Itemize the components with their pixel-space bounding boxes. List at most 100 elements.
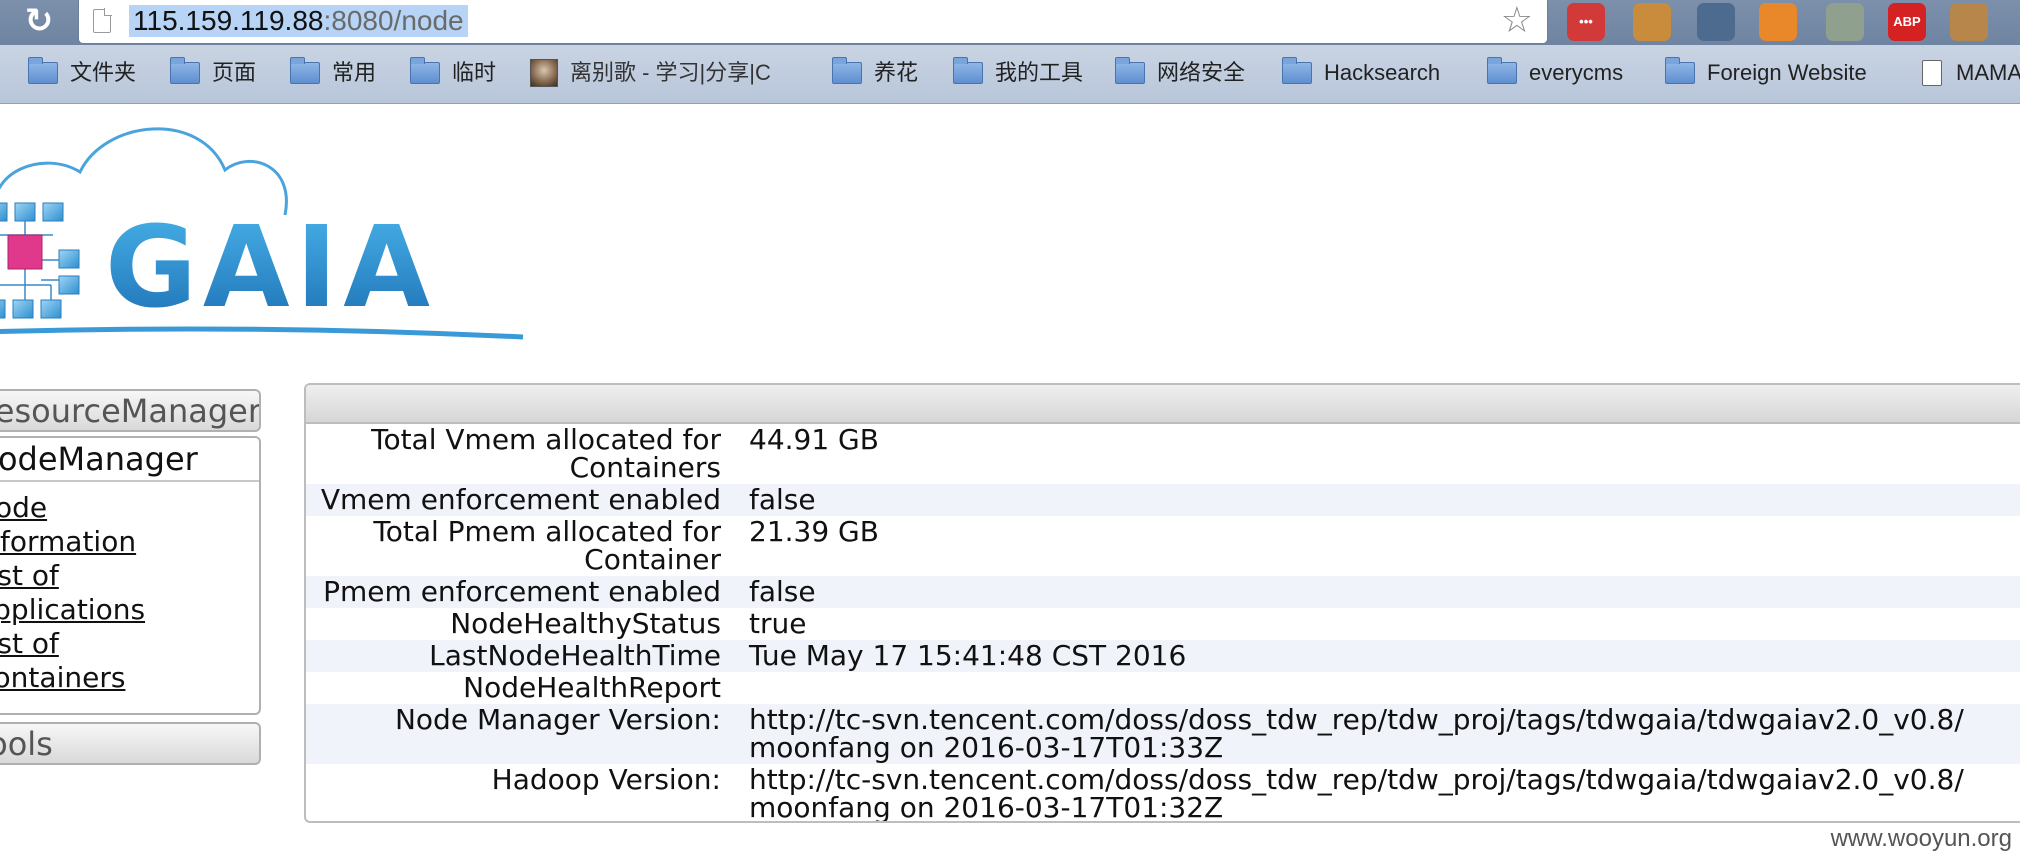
info-value-text: Tue May 17 15:41:48 CST 2016 — [749, 639, 1187, 672]
gaia-logo: GAIA — [0, 110, 535, 350]
info-value: true — [749, 608, 2020, 640]
info-key: Total Vmem allocated for Containers — [371, 423, 721, 484]
nav-resourcemanager-label: ResourceManager — [0, 392, 261, 430]
bookmark-item[interactable]: 文件夹 — [28, 56, 136, 90]
nav-link-text: Node — [0, 491, 48, 524]
folder-icon — [1115, 57, 1145, 84]
bookmark-item[interactable]: Foreign Website — [1665, 56, 1867, 90]
folder-icon — [410, 57, 440, 84]
bookmark-item[interactable]: everycms — [1487, 56, 1623, 90]
info-value-text: 21.39 GB — [749, 515, 879, 548]
nav-link-text: Applications — [0, 593, 146, 626]
address-bar[interactable]: 115.159.119.88:8080/node ☆ — [78, 0, 1548, 44]
folder-icon — [1487, 57, 1517, 84]
nav-nodemanager[interactable]: NodeManager — [0, 438, 259, 482]
nav-link-node-information[interactable]: NodeInformation — [0, 491, 259, 559]
info-row: Total Pmem allocated for Container 21.39 … — [306, 516, 2020, 576]
bookmark-label: 文件夹 — [70, 60, 137, 85]
bookmark-item[interactable]: 养花 — [832, 56, 918, 90]
info-value — [749, 672, 2020, 704]
status-dot-icon[interactable] — [1826, 3, 1864, 41]
bookmark-label: 常用 — [332, 60, 377, 85]
lastpass-icon[interactable]: ••• — [1567, 3, 1605, 41]
bookmark-item[interactable]: 页面 — [170, 56, 256, 90]
bookmark-item[interactable]: 临时 — [410, 56, 496, 90]
bookmark-label: 养花 — [874, 60, 919, 85]
info-value: 44.91 GB — [749, 424, 2020, 484]
node-info-table: Total Vmem allocated for Containers 44.91… — [306, 424, 2020, 823]
info-value-text: false — [749, 483, 816, 516]
folder-icon — [1665, 57, 1695, 84]
bookmark-label: 网络安全 — [1157, 60, 1246, 85]
info-row: LastNodeHealthTime Tue May 17 15:41:48 CS… — [306, 640, 2020, 672]
bookmarks-bar: 文件夹 页面 常用 临时 离别歌 - 学习|分享|C 养花 我的工具 网络安全 Hacksear… — [0, 45, 2020, 104]
info-value-text: http://tc-svn.tencent.com/doss/doss_tdw_… — [749, 703, 1964, 736]
info-value: Tue May 17 15:41:48 CST 2016 — [749, 640, 2020, 672]
reload-icon[interactable]: ↻ — [20, 2, 58, 40]
bookmark-label: 临时 — [452, 60, 497, 85]
info-value: 21.39 GB — [749, 516, 2020, 576]
info-row: Pmem enforcement enabled false — [306, 576, 2020, 608]
info-key: Pmem enforcement enabled — [306, 576, 749, 608]
info-value: false — [749, 484, 2020, 516]
bookmark-label: 离别歌 - 学习|分享|C — [570, 60, 771, 85]
info-key: Hadoop Version: — [491, 763, 721, 796]
nav-tools[interactable]: Tools — [0, 722, 261, 765]
bookmark-item[interactable]: 常用 — [290, 56, 376, 90]
nav-link-list-of-applications[interactable]: List ofApplications — [0, 559, 259, 627]
info-key: Vmem enforcement enabled — [306, 484, 749, 516]
folder-icon — [170, 57, 200, 84]
info-row: Total Vmem allocated for Containers 44.91… — [306, 424, 2020, 484]
info-value-text: false — [749, 575, 816, 608]
bookmark-label: Hacksearch — [1324, 60, 1441, 85]
bookmark-label: Foreign Website — [1707, 60, 1867, 85]
nav-link-text: Information — [0, 525, 137, 558]
info-key: Node Manager Version: — [306, 704, 749, 764]
bookmark-item[interactable]: Hacksearch — [1282, 56, 1440, 90]
bookmark-label: 页面 — [212, 60, 257, 85]
cookie-icon[interactable] — [1633, 3, 1671, 41]
info-key: NodeHealthReport — [463, 671, 721, 704]
bookmark-item[interactable]: MAMA — [1922, 56, 2020, 90]
panel-header — [306, 385, 2020, 424]
node-info-panel: Total Vmem allocated for Containers 44.91… — [304, 383, 2020, 823]
nav-link-text: List of — [0, 627, 59, 660]
site-favicon-icon — [530, 59, 558, 87]
info-value-text: true — [749, 607, 807, 640]
page-icon — [93, 8, 112, 33]
bookmark-item[interactable]: 我的工具 — [953, 56, 1083, 90]
info-value-text: 44.91 GB — [749, 423, 879, 456]
rss-icon[interactable] — [1759, 3, 1797, 41]
nav-link-list-of-containers[interactable]: List ofContainers — [0, 627, 259, 695]
bookmark-item[interactable]: 网络安全 — [1115, 56, 1245, 90]
nav-resourcemanager[interactable]: ResourceManager — [0, 389, 261, 432]
adblock-icon[interactable]: ABP — [1888, 3, 1926, 41]
info-row: Node Manager Version: http://tc-svn.tence… — [306, 704, 2020, 764]
logo-wordmark: GAIA — [105, 203, 436, 333]
document-icon — [1922, 60, 1942, 86]
folder-icon — [28, 57, 58, 84]
info-row: NodeHealthReport — [306, 672, 2020, 704]
info-value-build: moonfang on 2016-03-17T01:33Z — [749, 731, 1224, 764]
cookie-stack-icon[interactable] — [1950, 3, 1988, 41]
info-value-text: http://tc-svn.tencent.com/doss/doss_tdw_… — [749, 763, 1964, 796]
nav-nodemanager-links: NodeInformationList ofApplicationsList o… — [0, 482, 259, 695]
bookmark-item[interactable]: 离别歌 - 学习|分享|C — [530, 56, 771, 90]
puzzle-icon[interactable] — [1697, 3, 1735, 41]
folder-icon — [953, 57, 983, 84]
info-value[interactable]: http://tc-svn.tencent.com/doss/doss_tdw_… — [749, 704, 2020, 764]
url-text[interactable]: 115.159.119.88:8080/node — [129, 5, 468, 37]
info-value[interactable]: http://tc-svn.tencent.com/doss/doss_tdw_… — [749, 763, 2020, 823]
bookmark-label: everycms — [1529, 60, 1624, 85]
gaia-logo-graphic: GAIA — [0, 127, 524, 340]
info-value-build: moonfang on 2016-03-17T01:32Z — [749, 791, 1224, 823]
info-key: Total Pmem allocated for Container — [373, 515, 721, 576]
info-row: Hadoop Version: http://tc-svn.tencent.com… — [306, 763, 2020, 823]
url-path: :8080/node — [323, 5, 464, 36]
bookmark-star-icon[interactable]: ☆ — [1501, 2, 1533, 40]
browser-chrome: ↻ 115.159.119.88:8080/node ☆ ••• ABP 文件夹 页… — [0, 0, 2020, 104]
url-host: 115.159.119.88 — [133, 5, 324, 36]
nav-nodemanager-section: NodeManager NodeInformationList ofApplic… — [0, 436, 261, 715]
info-key: LastNodeHealthTime — [306, 640, 749, 672]
info-row: NodeHealthyStatus true — [306, 608, 2020, 640]
